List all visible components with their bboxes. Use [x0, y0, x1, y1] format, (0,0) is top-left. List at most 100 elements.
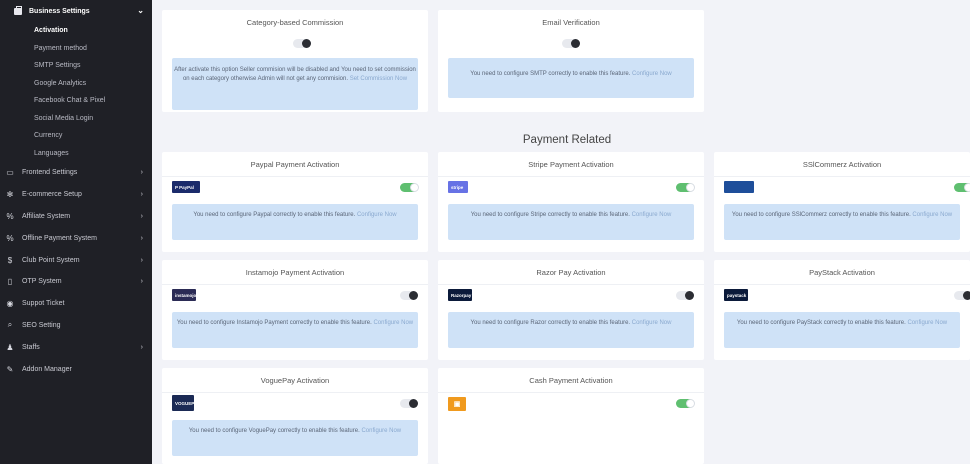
- email-verification-toggle[interactable]: [562, 39, 580, 48]
- wrench-icon: ✎: [6, 364, 14, 374]
- payment-logo: Razorpay: [448, 289, 472, 301]
- sidebar-item[interactable]: % Affiliate System ›: [0, 206, 152, 228]
- info-box: You need to configure PayStack correctly…: [724, 312, 960, 348]
- sidebar-subitem[interactable]: Payment method: [0, 40, 152, 58]
- payment-card: Razor Pay Activation Razorpay You need to …: [438, 260, 704, 360]
- payment-card: Instamojo Payment Activation instamojo You…: [162, 260, 428, 360]
- sidebar-item[interactable]: $ Club Point System ›: [0, 249, 152, 271]
- sidebar-item[interactable]: ▯ OTP System ›: [0, 271, 152, 293]
- commission-card: Category-based Commission After activate…: [162, 10, 428, 112]
- info-text: You need to configure SSlCommerz correct…: [731, 212, 911, 218]
- logo-text: instamojo: [175, 292, 197, 298]
- sidebar-subitem[interactable]: Currency: [0, 127, 152, 145]
- user-icon: ♟: [6, 342, 14, 352]
- card-title: Stripe Payment Activation: [438, 160, 704, 177]
- configure-link[interactable]: Configure Now: [907, 320, 947, 326]
- sidebar-subitem[interactable]: Activation: [0, 22, 152, 40]
- payment-card: Paypal Payment Activation P PayPal You nee…: [162, 152, 428, 252]
- configure-link[interactable]: Configure Now: [632, 320, 672, 326]
- card-title: Cash Payment Activation: [438, 376, 704, 393]
- sidebar-item[interactable]: ▭ Frontend Settings ›: [0, 162, 152, 184]
- activation-toggle[interactable]: [400, 291, 418, 300]
- monitor-icon: ▭: [6, 168, 14, 178]
- set-commission-link[interactable]: Set Commission Now: [350, 76, 407, 82]
- payment-logo: P PayPal: [172, 181, 200, 193]
- info-text: You need to configure SMTP correctly to …: [470, 71, 631, 77]
- commission-toggle[interactable]: [293, 39, 311, 48]
- activation-toggle[interactable]: [400, 399, 418, 408]
- sidebar-item[interactable]: ⌕ SEO Setting: [0, 315, 152, 337]
- card-title: VoguePay Activation: [162, 376, 428, 393]
- logo-text: paystack: [727, 292, 747, 298]
- configure-link[interactable]: Configure Now: [632, 71, 672, 77]
- sidebar-item-label: OTP System: [22, 278, 62, 286]
- configure-link[interactable]: Configure Now: [361, 428, 401, 434]
- card-title: Razor Pay Activation: [438, 268, 704, 285]
- card-title: Category-based Commission: [246, 18, 344, 27]
- payment-logo: [724, 181, 754, 193]
- activation-toggle[interactable]: [676, 399, 695, 408]
- card-title: PayStack Activation: [714, 268, 970, 285]
- activation-toggle[interactable]: [954, 183, 970, 192]
- payment-logo: instamojo: [172, 289, 196, 301]
- main-content: Category-based Commission After activate…: [152, 0, 970, 464]
- activation-toggle[interactable]: [676, 291, 694, 300]
- payment-logo: ▣: [448, 397, 466, 411]
- card-title: Email Verification: [542, 18, 600, 27]
- configure-link[interactable]: Configure Now: [912, 212, 952, 218]
- sidebar-subitem[interactable]: SMTP Settings: [0, 57, 152, 75]
- logo-text: P PayPal: [175, 184, 194, 190]
- sidebar-item[interactable]: ♟ Staffs ›: [0, 336, 152, 358]
- sidebar-item[interactable]: % Offline Payment System ›: [0, 227, 152, 249]
- chevron-down-icon: ⌄: [137, 6, 144, 15]
- info-box: You need to configure SSlCommerz correct…: [724, 204, 960, 240]
- info-box: You need to configure Paypal correctly t…: [172, 204, 418, 240]
- support-icon: ◉: [6, 299, 14, 309]
- logo-text: stripe: [451, 184, 464, 190]
- payment-card: Cash Payment Activation ▣: [438, 368, 704, 464]
- activation-toggle[interactable]: [954, 291, 970, 300]
- info-text: You need to configure Stripe correctly t…: [470, 212, 630, 218]
- configure-link[interactable]: Configure Now: [632, 212, 672, 218]
- card-title: Paypal Payment Activation: [162, 160, 428, 177]
- logo-text: Razorpay: [451, 292, 472, 298]
- chevron-right-icon: ›: [140, 212, 143, 220]
- sidebar-item[interactable]: ✎ Addon Manager: [0, 358, 152, 380]
- chevron-right-icon: ›: [140, 234, 143, 242]
- dollar-icon: $: [7, 255, 13, 265]
- card-title: Instamojo Payment Activation: [162, 268, 428, 285]
- sidebar-subitem[interactable]: Facebook Chat & Pixel: [0, 92, 152, 110]
- sidebar-item-label: SEO Setting: [22, 321, 61, 329]
- configure-link[interactable]: Configure Now: [357, 212, 397, 218]
- sidebar-item-label: Affiliate System: [22, 212, 71, 220]
- activation-toggle[interactable]: [676, 183, 695, 192]
- sidebar-item[interactable]: ◉ Suppot Ticket: [0, 293, 152, 315]
- sidebar-subitem[interactable]: Social Media Login: [0, 110, 152, 128]
- email-verification-card: Email Verification You need to configure…: [438, 10, 704, 112]
- info-text: You need to configure VoguePay correctly…: [188, 428, 360, 434]
- gear-icon: ✻: [6, 190, 14, 200]
- search-icon: ⌕: [7, 320, 13, 330]
- info-box: You need to configure Stripe correctly t…: [448, 204, 694, 240]
- sidebar-subitem[interactable]: Languages: [0, 145, 152, 163]
- sidebar-item-label: Staffs: [22, 343, 40, 351]
- chevron-right-icon: ›: [140, 256, 143, 264]
- info-box: You need to configure Instamojo Payment …: [172, 312, 418, 348]
- configure-link[interactable]: Configure Now: [373, 320, 413, 326]
- sidebar-item-business-settings[interactable]: Business Settings ⌄: [0, 0, 152, 22]
- chevron-right-icon: ›: [140, 343, 143, 351]
- sidebar-item[interactable]: ✻ E-commerce Setup ›: [0, 184, 152, 206]
- sidebar-subitem[interactable]: Google Analytics: [0, 75, 152, 93]
- payment-card: VoguePay Activation VOGUEPAY You need to c…: [162, 368, 428, 464]
- info-text: You need to configure PayStack correctly…: [736, 320, 906, 326]
- email-info: You need to configure SMTP correctly to …: [448, 58, 694, 98]
- payment-logo: VOGUEPAY: [172, 395, 200, 411]
- info-text: You need to configure Paypal correctly t…: [193, 212, 356, 218]
- sidebar-item-label: Offline Payment System: [22, 234, 97, 242]
- percent-icon: %: [6, 233, 14, 243]
- sidebar: Business Settings ⌄ Activation Payment me…: [0, 0, 152, 464]
- activation-toggle[interactable]: [400, 183, 419, 192]
- payment-card: SSlCommerz Activation You need to configu…: [714, 152, 970, 252]
- payment-card: Stripe Payment Activation stripe You need …: [438, 152, 704, 252]
- info-text: You need to configure Instamojo Payment …: [176, 320, 372, 326]
